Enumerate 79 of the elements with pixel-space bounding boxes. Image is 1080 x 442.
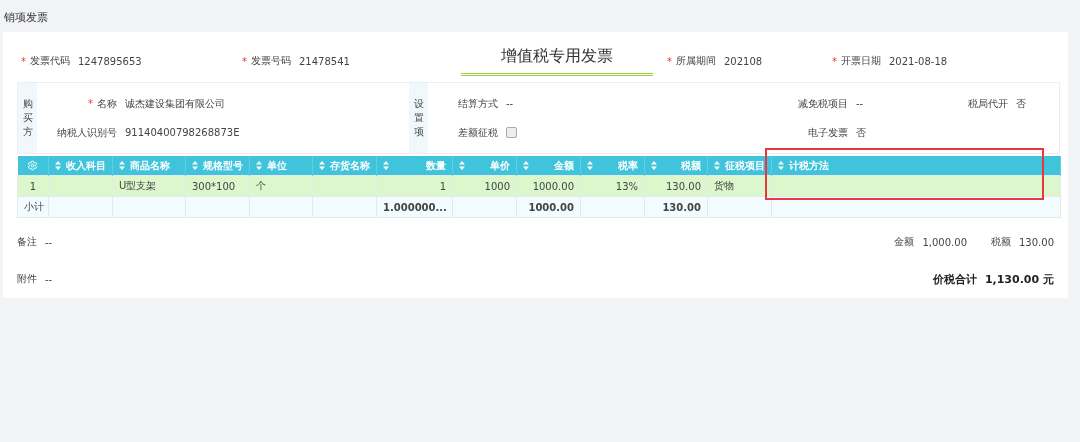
- field-value: --: [856, 98, 865, 109]
- field-value: 2021-08-18: [889, 55, 948, 67]
- field-label: 税额: [991, 235, 1011, 249]
- field-value: 否: [856, 125, 867, 140]
- field-label: 差额征税: [457, 125, 498, 140]
- side-label: 购买方: [22, 97, 33, 139]
- column-header[interactable]: 计税方法: [771, 156, 1061, 176]
- field-value: 202108: [724, 55, 763, 67]
- table-cell: 1000.00: [516, 175, 581, 197]
- column-header[interactable]: 征税项目: [707, 156, 772, 176]
- page-title: 销项发票: [3, 10, 49, 26]
- field-label: 税局代开: [967, 96, 1008, 111]
- sort-icon[interactable]: [119, 161, 125, 170]
- field-label: 减免税项目: [797, 96, 848, 111]
- sort-icon[interactable]: [778, 161, 784, 170]
- field-label: 附件: [17, 272, 37, 286]
- field-label: 所属期间: [676, 54, 716, 68]
- table-cell: 300*100: [185, 175, 250, 197]
- table-cell: 1000: [452, 175, 517, 197]
- field-label: 备注: [17, 235, 37, 249]
- column-header[interactable]: 税率: [580, 156, 645, 176]
- column-header[interactable]: 规格型号: [185, 156, 250, 176]
- sort-icon[interactable]: [523, 161, 529, 170]
- field-value: --: [45, 273, 53, 285]
- field-label: 结算方式: [457, 96, 498, 111]
- required-mark: *: [667, 55, 672, 67]
- total-value: 1,130.00 元: [984, 271, 1054, 287]
- field-label: 金额: [894, 235, 915, 249]
- table-cell: 130.00: [644, 175, 708, 197]
- field-value: 91140400798268873E: [125, 127, 241, 138]
- checkbox[interactable]: [506, 127, 517, 138]
- sort-icon[interactable]: [714, 161, 720, 170]
- required-mark: *: [832, 55, 837, 67]
- sort-icon[interactable]: [383, 161, 389, 170]
- invoice-title: 增值税专用发票: [461, 46, 653, 76]
- field-label: 发票代码: [30, 54, 70, 68]
- column-header[interactable]: 收入科目: [48, 156, 113, 176]
- table-cell: [312, 175, 377, 197]
- table-cell: 货物: [707, 175, 772, 197]
- column-header[interactable]: 单位: [249, 156, 313, 176]
- table-cell: 13%: [580, 175, 645, 197]
- sort-icon[interactable]: [256, 161, 262, 170]
- total-label: 价税合计: [932, 271, 977, 287]
- sort-icon[interactable]: [319, 161, 325, 170]
- column-header[interactable]: 单价: [452, 156, 517, 176]
- sort-icon[interactable]: [651, 161, 657, 170]
- sort-icon[interactable]: [459, 161, 465, 170]
- field-label: 电子发票: [807, 125, 848, 140]
- field-value: --: [45, 236, 53, 248]
- field-label: 名称: [97, 97, 117, 109]
- sort-icon[interactable]: [192, 161, 198, 170]
- field-label: 开票日期: [841, 54, 881, 68]
- table-cell: U型支架: [112, 175, 186, 197]
- side-label: 设置项: [413, 97, 424, 139]
- column-header[interactable]: 金额: [516, 156, 581, 176]
- field-value: 否: [1016, 96, 1027, 111]
- field-value: 21478541: [299, 55, 350, 67]
- sort-icon[interactable]: [587, 161, 593, 170]
- column-header[interactable]: 商品名称: [112, 156, 186, 176]
- table-cell: 个: [249, 175, 313, 197]
- table-cell: 1: [17, 175, 49, 197]
- table-cell: 小计: [17, 196, 49, 218]
- column-header[interactable]: 税额: [644, 156, 708, 176]
- required-mark: *: [88, 97, 93, 109]
- field-value: 130.00: [1019, 236, 1054, 248]
- settings-icon[interactable]: [27, 160, 39, 171]
- table-cell: 1: [376, 175, 453, 197]
- required-mark: *: [21, 55, 26, 67]
- field-value: 1247895653: [78, 55, 142, 67]
- field-value: 诚杰建设集团有限公司: [125, 96, 226, 111]
- field-value: --: [506, 98, 515, 109]
- sort-icon[interactable]: [55, 161, 61, 170]
- column-header[interactable]: 存货名称: [312, 156, 377, 176]
- field-value: 1,000.00: [922, 236, 967, 248]
- table-cell: [48, 175, 113, 197]
- required-mark: *: [242, 55, 247, 67]
- column-header[interactable]: 数量: [376, 156, 453, 176]
- field-label: 纳税人识别号: [57, 126, 117, 138]
- field-label: 发票号码: [251, 54, 291, 68]
